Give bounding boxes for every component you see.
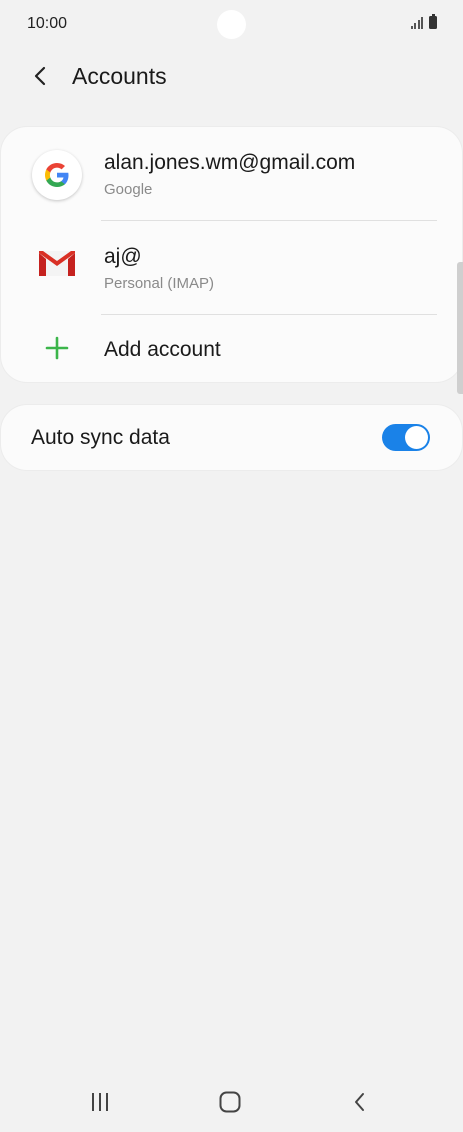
scroll-indicator [457,262,463,394]
account-name: aj@ [104,245,142,268]
auto-sync-toggle[interactable] [382,424,430,451]
accounts-list: alan.jones.wm@gmail.com Google aj@ Perso… [1,127,462,382]
back-button[interactable] [340,1082,380,1122]
home-button[interactable] [210,1082,250,1122]
account-item-imap[interactable]: aj@ Personal (IMAP) [1,220,462,314]
recent-apps-icon [92,1093,108,1111]
back-arrow-icon[interactable] [28,62,56,90]
home-icon [219,1091,241,1113]
recent-apps-button[interactable] [80,1082,120,1122]
account-type: Personal (IMAP) [104,275,215,292]
app-bar: Accounts [0,52,463,102]
status-bar: 10:00 [0,0,463,50]
plus-icon [45,336,69,365]
auto-sync-label: Auto sync data [31,426,170,449]
page-title: Accounts [72,63,167,89]
add-account-label: Add account [104,338,221,361]
google-icon [32,150,82,200]
signal-icon [410,17,423,29]
add-account-button[interactable]: Add account [1,314,462,382]
battery-icon [429,14,437,29]
account-type: Google [104,181,153,198]
navigation-bar [0,1070,463,1132]
camera-cutout [217,10,246,39]
account-email: alan.jones.wm@gmail.com [104,151,356,174]
auto-sync-row[interactable]: Auto sync data [1,405,462,470]
gmail-icon [38,248,76,283]
nav-back-icon [355,1093,364,1111]
account-item-google[interactable]: alan.jones.wm@gmail.com Google [1,127,462,220]
status-time: 10:00 [27,15,68,32]
toggle-knob [405,426,428,449]
status-icons [410,14,437,29]
